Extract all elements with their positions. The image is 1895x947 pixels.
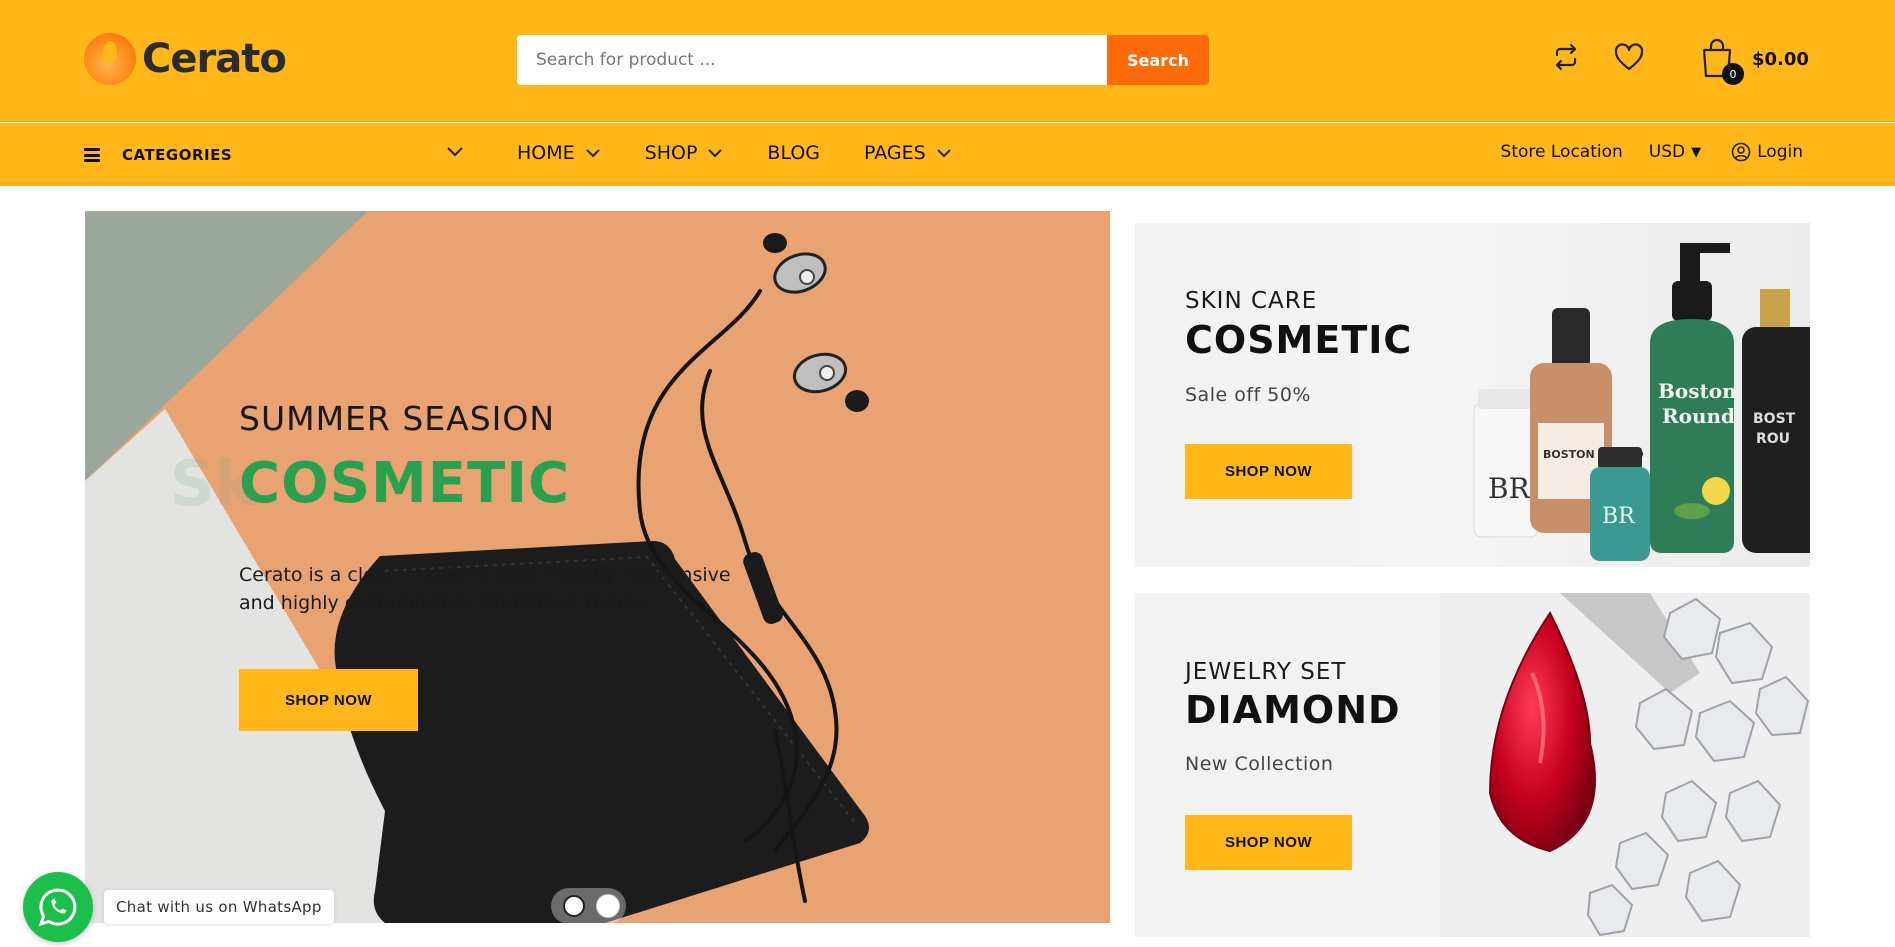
chevron-down-icon [585,149,600,158]
banner-subtitle: JEWELRY SET [1185,659,1347,685]
caret-down-icon: ▼ [1691,144,1702,160]
menu-item-pages[interactable]: PAGES [864,142,952,164]
menu-item-label: PAGES [864,142,926,164]
banner-subtitle: SKIN CARE [1185,288,1318,314]
currency-select[interactable]: USD ▼ [1649,142,1701,162]
banner-title: DIAMOND [1185,688,1401,732]
bottle-label: BR [1602,504,1636,529]
logo-text: Cerato [142,36,287,82]
bottle-label: BOST [1753,411,1796,427]
heart-icon[interactable] [1612,40,1646,74]
hero-description: Cerato is a clean, modern, user friendly… [239,561,739,617]
diamond-jewelry-image [1440,593,1810,937]
top-header: Cerato Search 0 $0.00 [0,0,1895,122]
store-location-link[interactable]: Store Location [1501,142,1623,162]
compare-icon[interactable] [1549,40,1583,74]
menu-item-home[interactable]: HOME [517,142,601,164]
menu-icon [84,148,100,162]
menu-item-label: HOME [517,142,575,164]
whatsapp-chat-button[interactable] [23,872,93,942]
search-form: Search [517,35,1209,85]
banner-shop-now-button[interactable]: SHOP NOW [1185,815,1352,870]
user-icon [1731,142,1751,162]
hero-description-line: and highly customizable WordPress Theme. [239,592,654,614]
bottle-label: Boston [1658,379,1737,403]
hero-shop-now-button[interactable]: SHOP NOW [239,669,418,731]
menu-item-shop[interactable]: SHOP [645,142,724,164]
bottle-label: ROU [1756,431,1790,447]
chevron-down-icon [447,147,463,157]
banner-jewelry[interactable]: JEWELRY SET DIAMOND New Collection SHOP … [1135,593,1810,937]
whatsapp-chat-label[interactable]: Chat with us on WhatsApp [104,890,334,924]
chevron-down-icon [708,149,723,158]
bottle-label: BR [1488,472,1531,505]
banner-description: New Collection [1185,753,1334,775]
login-label: Login [1757,142,1803,162]
nav-utilities: Store Location USD ▼ Login [1501,142,1803,162]
login-link[interactable]: Login [1731,142,1803,162]
search-input[interactable] [517,35,1107,85]
banner-skin-care[interactable]: BR BOSTON ROUND BR Boston Round BOST ROU… [1135,223,1810,567]
chevron-down-icon [937,149,951,158]
currency-value: USD [1648,142,1686,162]
banner-description: Sale off 50% [1185,384,1311,406]
cart-icon: 0 [1700,38,1744,85]
menu-item-blog[interactable]: BLOG [767,142,820,164]
search-button[interactable]: Search [1107,35,1209,85]
slider-dot-2-active[interactable] [597,895,619,917]
categories-label: CATEGORIES [122,146,233,164]
cosmetic-bottles-image: BR BOSTON ROUND BR Boston Round BOST ROU [1473,243,1810,561]
bottle-label: Round [1662,404,1735,428]
slider-dot-1[interactable] [563,895,585,917]
logo-mark-icon [84,33,136,85]
slider-pagination [563,895,631,917]
primary-menu: HOME SHOP BLOG PAGES [517,142,996,164]
cart-count-badge: 0 [1722,63,1744,85]
site-logo[interactable]: Cerato [84,30,287,88]
hero-slider: SUMMER SEASION Sk COSMETIC Cerato is a c… [85,211,1110,923]
banner-title: COSMETIC [1185,318,1413,362]
categories-dropdown[interactable]: CATEGORIES [84,143,464,167]
hero-subtitle: SUMMER SEASION [239,399,556,438]
whatsapp-icon [38,888,77,927]
banner-shop-now-button[interactable]: SHOP NOW [1185,444,1352,499]
hero-title: COSMETIC [239,451,571,516]
menu-item-label: BLOG [767,142,821,164]
cart-total: $0.00 [1752,48,1809,70]
hero-description-line: Cerato is a clean, modern, user friendly… [239,564,731,586]
main-nav: CATEGORIES HOME SHOP BLOG PAGES Store Lo… [0,123,1895,186]
menu-item-label: SHOP [644,142,698,164]
cart-button[interactable]: 0 $0.00 [1700,38,1809,85]
